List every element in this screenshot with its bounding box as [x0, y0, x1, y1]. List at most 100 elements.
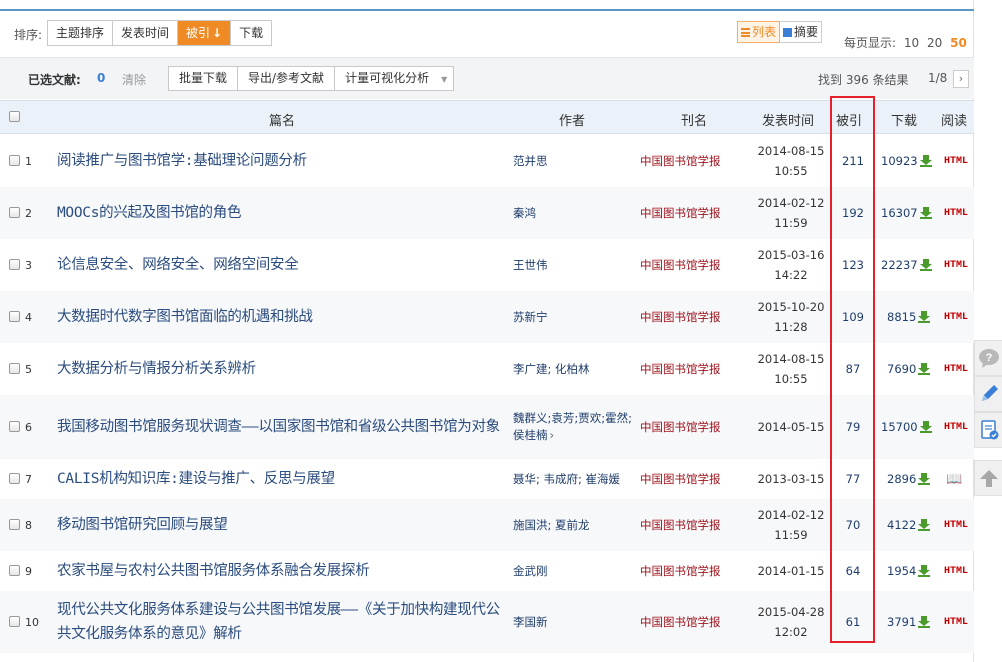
cited-count-link[interactable]: 109	[842, 310, 864, 324]
row-checkbox[interactable]	[9, 565, 20, 576]
row-checkbox[interactable]	[9, 519, 20, 530]
article-title-link[interactable]: 阅读推广与图书馆学:基础理论问题分析	[57, 149, 307, 173]
article-title-link[interactable]: 农家书屋与农村公共图书馆服务体系融合发展探析	[57, 559, 370, 583]
html-read-link[interactable]: HTML	[944, 364, 968, 375]
download-icon[interactable]	[918, 363, 931, 375]
author-link[interactable]: 金武刚	[513, 563, 548, 580]
note-button[interactable]	[974, 376, 1002, 412]
row-checkbox[interactable]	[9, 259, 20, 270]
journal-link[interactable]: 中国图书馆学报	[640, 309, 721, 325]
publish-time: 11:59	[774, 528, 808, 542]
sort-by-topic-button[interactable]: 主题排序	[48, 21, 114, 45]
article-title-link[interactable]: 现代公共文化服务体系建设与公共图书馆发展——《关于加快构建现代公共文化服务体系的…	[57, 598, 509, 646]
cited-count-link[interactable]: 79	[846, 420, 861, 434]
download-icon[interactable]	[918, 311, 931, 323]
article-title-link[interactable]: 论信息安全、网络安全、网络空间安全	[57, 253, 299, 277]
journal-link[interactable]: 中国图书馆学报	[640, 517, 721, 533]
html-read-link[interactable]: HTML	[944, 208, 968, 219]
download-icon[interactable]	[918, 473, 931, 485]
sort-by-citation-button[interactable]: 被引 ↓	[178, 21, 232, 45]
cited-count-link[interactable]: 192	[842, 206, 864, 220]
column-title-header[interactable]: 篇名	[269, 110, 295, 129]
column-cited-header[interactable]: 被引	[836, 110, 862, 129]
cited-count-link[interactable]: 123	[842, 258, 864, 272]
article-title-link[interactable]: MOOCs的兴起及图书馆的角色	[57, 201, 241, 225]
column-author-header[interactable]: 作者	[559, 110, 585, 129]
back-to-top-button[interactable]	[974, 460, 1002, 496]
author-link[interactable]: 魏群义;袁芳;贾欢;霍然;侯桂楠 ›	[513, 410, 637, 444]
journal-link[interactable]: 中国图书馆学报	[640, 361, 721, 377]
author-link[interactable]: 王世伟	[513, 257, 548, 274]
author-link[interactable]: 施国洪; 夏前龙	[513, 517, 590, 534]
row-checkbox[interactable]	[9, 311, 20, 322]
per-page-10[interactable]: 10	[904, 36, 919, 50]
task-button[interactable]	[974, 412, 1002, 448]
download-icon[interactable]	[919, 259, 932, 271]
journal-link[interactable]: 中国图书馆学报	[640, 257, 721, 273]
abstract-view-button[interactable]: 摘要	[780, 21, 823, 43]
download-icon[interactable]	[918, 565, 931, 577]
journal-link[interactable]: 中国图书馆学报	[640, 205, 721, 221]
html-read-link[interactable]: HTML	[944, 260, 968, 271]
html-read-link[interactable]: HTML	[944, 422, 968, 433]
author-link[interactable]: 范并思	[513, 153, 548, 170]
download-icon[interactable]	[919, 421, 932, 433]
cited-count-link[interactable]: 87	[846, 362, 861, 376]
column-download-header[interactable]: 下载	[891, 110, 917, 129]
row-checkbox[interactable]	[9, 207, 20, 218]
row-checkbox[interactable]	[9, 616, 20, 627]
sort-by-citation-label: 被引	[186, 26, 211, 40]
book-read-icon[interactable]: 📖	[946, 472, 962, 487]
per-page-20[interactable]: 20	[927, 36, 942, 50]
journal-link[interactable]: 中国图书馆学报	[640, 153, 721, 169]
author-link[interactable]: 李国新	[513, 614, 548, 631]
list-view-button[interactable]: 列表	[737, 21, 781, 43]
arrow-up-icon	[979, 470, 998, 487]
column-date-header[interactable]: 发表时间	[762, 110, 814, 129]
download-icon[interactable]	[919, 155, 932, 167]
sort-by-date-button[interactable]: 发表时间	[113, 21, 179, 45]
journal-link[interactable]: 中国图书馆学报	[640, 419, 721, 435]
next-page-button[interactable]: ›	[953, 70, 969, 88]
clear-selection-button[interactable]: 清除	[122, 71, 146, 88]
cited-count-link[interactable]: 77	[846, 472, 861, 486]
author-link[interactable]: 聂华; 韦成府; 崔海媛	[513, 471, 620, 488]
html-read-link[interactable]: HTML	[944, 312, 968, 323]
html-read-link[interactable]: HTML	[944, 156, 968, 167]
download-icon[interactable]	[919, 207, 932, 219]
cited-count-link[interactable]: 64	[846, 564, 861, 578]
row-checkbox[interactable]	[9, 421, 20, 432]
article-title-link[interactable]: 移动图书馆研究回顾与展望	[57, 513, 228, 537]
per-page-50[interactable]: 50	[950, 36, 967, 50]
row-checkbox[interactable]	[9, 155, 20, 166]
cited-count-link[interactable]: 70	[846, 518, 861, 532]
journal-link[interactable]: 中国图书馆学报	[640, 563, 721, 579]
article-title-link[interactable]: 大数据分析与情报分析关系辨析	[57, 357, 256, 381]
author-link[interactable]: 秦鸿	[513, 205, 536, 222]
article-title-link[interactable]: CALIS机构知识库:建设与推广、反思与展望	[57, 467, 335, 491]
row-checkbox[interactable]	[9, 363, 20, 374]
article-title-link[interactable]: 大数据时代数字图书馆面临的机遇和挑战	[57, 305, 313, 329]
visual-analysis-dropdown[interactable]: 计量可视化分析 ▼	[335, 67, 453, 90]
feedback-button[interactable]: ?	[974, 340, 1002, 376]
select-all-checkbox[interactable]	[9, 111, 20, 122]
export-reference-button[interactable]: 导出/参考文献	[238, 67, 336, 90]
sort-by-download-button[interactable]: 下载	[231, 21, 271, 45]
cited-count-link[interactable]: 211	[842, 154, 864, 168]
html-read-link[interactable]: HTML	[944, 617, 968, 628]
author-link[interactable]: 苏新宁	[513, 309, 548, 326]
batch-download-button[interactable]: 批量下载	[169, 67, 239, 90]
download-icon[interactable]	[918, 519, 931, 531]
chevron-right-icon[interactable]: ›	[550, 428, 555, 442]
column-journal-header[interactable]: 刊名	[681, 110, 707, 129]
row-checkbox[interactable]	[9, 473, 20, 484]
column-read-header[interactable]: 阅读	[941, 110, 967, 129]
article-title-link[interactable]: 我国移动图书馆服务现状调查——以国家图书馆和省级公共图书馆为对象	[57, 415, 500, 439]
html-read-link[interactable]: HTML	[944, 520, 968, 531]
author-link[interactable]: 李广建; 化柏林	[513, 361, 590, 378]
html-read-link[interactable]: HTML	[944, 566, 968, 577]
journal-link[interactable]: 中国图书馆学报	[640, 614, 721, 630]
journal-link[interactable]: 中国图书馆学报	[640, 471, 721, 487]
cited-count-link[interactable]: 61	[846, 615, 861, 629]
download-icon[interactable]	[918, 616, 931, 628]
